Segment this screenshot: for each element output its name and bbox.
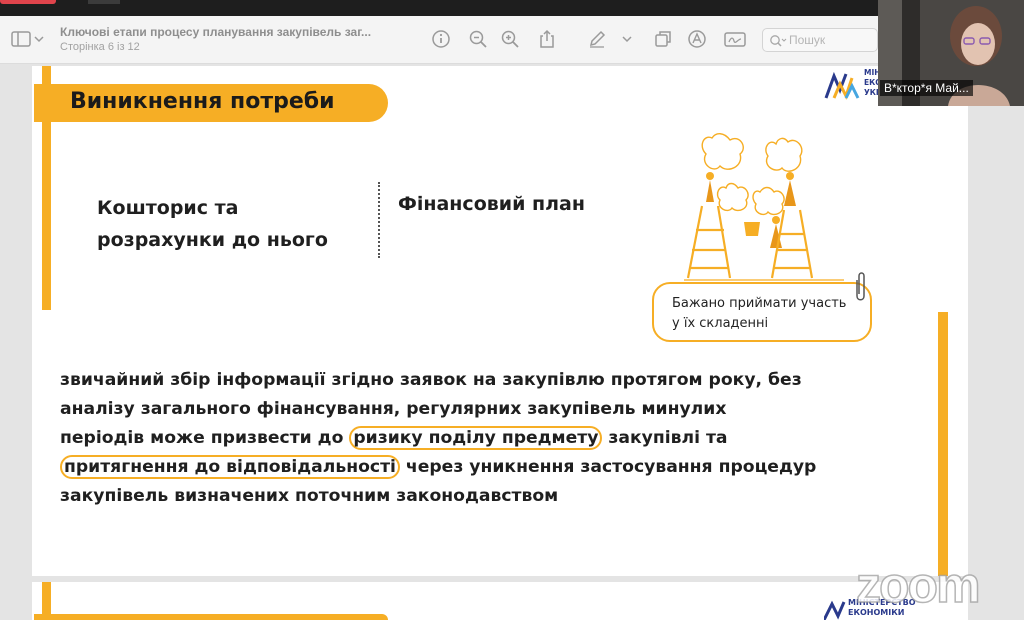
slide-body-text: звичайний збір інформації згідно заявок … bbox=[60, 370, 817, 506]
signature-icon[interactable] bbox=[724, 28, 746, 50]
pen-icon[interactable] bbox=[586, 28, 608, 50]
next-slide-heading bbox=[34, 614, 388, 620]
copy-icon[interactable] bbox=[652, 28, 674, 50]
top-bar bbox=[0, 0, 1024, 16]
recording-indicator bbox=[0, 0, 56, 4]
highlight-liability: притягнення до відповідальності bbox=[60, 455, 400, 479]
paperclip-icon bbox=[856, 272, 865, 301]
note-box: Бажано приймати участь у їх складенні bbox=[652, 282, 872, 342]
search-input[interactable]: Пошук bbox=[762, 28, 878, 52]
highlight-risk: ризику поділу предмету bbox=[349, 426, 603, 450]
markup-icon[interactable] bbox=[686, 28, 708, 50]
participant-name: В*ктор*я Май... bbox=[880, 80, 973, 96]
page-indicator: Сторінка 6 із 12 bbox=[60, 41, 140, 53]
viewer-toolbar: Ключові етапи процесу планування закупів… bbox=[0, 16, 878, 64]
column-divider bbox=[378, 182, 380, 258]
zoom-out-icon[interactable] bbox=[467, 28, 489, 50]
chevron-down-icon[interactable] bbox=[32, 28, 46, 50]
zoom-watermark: zoom bbox=[855, 556, 981, 614]
document-title: Ключові етапи процесу планування закупів… bbox=[60, 25, 372, 39]
illustration-people-puzzle bbox=[684, 133, 844, 281]
note-text: Бажано приймати участь у їх складенні bbox=[672, 296, 847, 331]
sidebar-icon[interactable] bbox=[10, 28, 32, 50]
column-financial-plan: Фінансовий план bbox=[398, 193, 586, 215]
slide-heading: Виникнення потреби bbox=[34, 84, 388, 122]
info-icon[interactable] bbox=[430, 28, 452, 50]
zoom-in-icon[interactable] bbox=[499, 28, 521, 50]
column-estimate: Кошторис та розрахунки до нього bbox=[97, 197, 328, 251]
chevron-down-icon[interactable] bbox=[620, 28, 634, 50]
slide-heading-text: Виникнення потреби bbox=[70, 89, 335, 114]
accent-bar-right bbox=[938, 312, 948, 576]
share-icon[interactable] bbox=[536, 28, 558, 50]
top-bar-tab bbox=[88, 0, 120, 4]
search-placeholder: Пошук bbox=[789, 33, 826, 47]
search-icon bbox=[769, 33, 787, 52]
participant-video[interactable]: В*ктор*я Май... bbox=[878, 0, 1024, 106]
